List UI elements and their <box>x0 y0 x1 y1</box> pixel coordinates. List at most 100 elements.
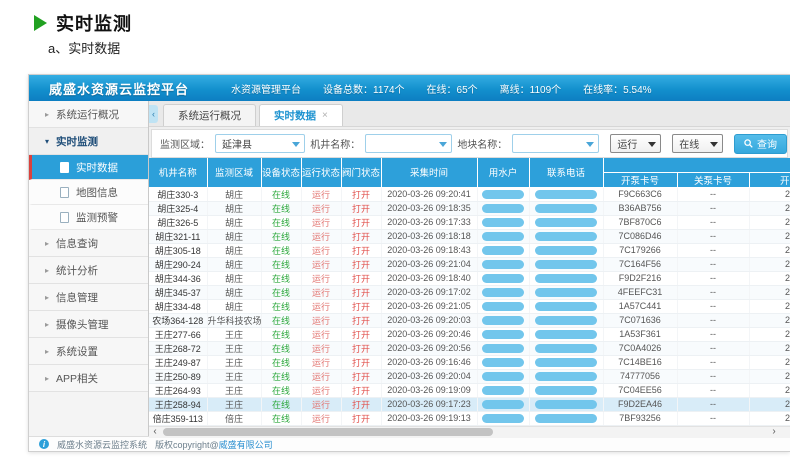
cell-run-status: 运行 <box>301 201 341 215</box>
cell-open-time: 2020-0 <box>749 369 790 383</box>
well-name-select[interactable] <box>365 134 452 153</box>
cell-close-card: -- <box>677 299 749 313</box>
tab-system-overview[interactable]: 系统运行概况 <box>163 104 256 126</box>
col-open-card: 开泵卡号 <box>603 172 677 187</box>
block-name-select[interactable] <box>512 134 599 153</box>
cell-device-status: 在线 <box>261 285 301 299</box>
redaction-blob <box>482 260 524 269</box>
cell-water-user <box>477 341 529 355</box>
region-select[interactable]: 延津县 <box>215 134 305 153</box>
redaction-blob <box>482 218 524 227</box>
cell-open-card: 7C086D46 <box>603 229 677 243</box>
table-row[interactable]: 胡庄325-4 胡庄 在线 运行 打开 2020-03-26 09:18:35 … <box>149 201 790 215</box>
run-status-select[interactable]: 运行 <box>610 134 661 153</box>
cell-open-time: 2020-0 <box>749 327 790 341</box>
cell-device-status: 在线 <box>261 201 301 215</box>
sidebar-item-statistics[interactable]: ▸ 统计分析 <box>29 257 148 284</box>
cell-open-time: 2020-0 <box>749 201 790 215</box>
search-button[interactable]: 查询 <box>734 134 787 154</box>
cell-phone <box>529 383 603 397</box>
table-row[interactable]: 胡庄326-5 胡庄 在线 运行 打开 2020-03-26 09:17:33 … <box>149 215 790 229</box>
cell-collect-time: 2020-03-26 09:21:05 <box>381 299 477 313</box>
col-water-user: 用水户 <box>477 158 529 187</box>
cell-water-user <box>477 369 529 383</box>
sidebar: ▸ 系统运行概况 ▾ 实时监测 实时数据 地图信息 监测预警 ▸ 信息查询 <box>29 101 149 436</box>
stat-online: 在线：65个 <box>427 81 478 96</box>
sidebar-item-system-overview[interactable]: ▸ 系统运行概况 <box>29 101 148 128</box>
sidebar-item-info-query[interactable]: ▸ 信息查询 <box>29 230 148 257</box>
online-status-select[interactable]: 在线 <box>672 134 723 153</box>
close-tab-icon[interactable]: × <box>322 110 328 121</box>
cell-phone <box>529 229 603 243</box>
cell-phone <box>529 271 603 285</box>
cell-valve-status: 打开 <box>341 201 381 215</box>
sidebar-item-camera-manage[interactable]: ▸ 摄像头管理 <box>29 311 148 338</box>
table-row[interactable]: 胡庄334-48 胡庄 在线 运行 打开 2020-03-26 09:21:05… <box>149 299 790 313</box>
cell-open-time: 2020-0 <box>749 187 790 201</box>
cell-water-user <box>477 201 529 215</box>
stat-online-rate: 在线率：5.54% <box>583 81 651 96</box>
sidebar-item-realtime-data[interactable]: 实时数据 <box>29 155 148 180</box>
sidebar-collapse-button[interactable]: ‹ <box>149 105 158 123</box>
table-row[interactable]: 胡庄321-11 胡庄 在线 运行 打开 2020-03-26 09:18:18… <box>149 229 790 243</box>
scroll-left-icon[interactable]: ‹ <box>149 426 161 438</box>
sidebar-item-info-manage[interactable]: ▸ 信息管理 <box>29 284 148 311</box>
sidebar-item-map-info[interactable]: 地图信息 <box>29 180 148 205</box>
cell-open-card: F9C663C6 <box>603 187 677 201</box>
cell-device-status: 在线 <box>261 229 301 243</box>
cell-well-name: 王庄264-93 <box>149 383 207 397</box>
cell-open-card: 1A57C441 <box>603 299 677 313</box>
redaction-blob <box>535 400 597 409</box>
scroll-right-icon[interactable]: › <box>768 426 780 438</box>
table-row[interactable]: 王庄250-89 王庄 在线 运行 打开 2020-03-26 09:20:04… <box>149 369 790 383</box>
wells-table: 机井名称 监测区域 设备状态 运行状态 阀门状态 采集时间 用水户 联系电话 开… <box>149 158 790 426</box>
cell-region: 倍庄 <box>207 411 261 425</box>
region-filter-label: 监测区域： <box>160 136 210 151</box>
table-row[interactable]: 王庄264-93 王庄 在线 运行 打开 2020-03-26 09:19:09… <box>149 383 790 397</box>
col-well-name: 机井名称 <box>149 158 207 187</box>
cell-valve-status: 打开 <box>341 341 381 355</box>
redaction-blob <box>482 232 524 241</box>
stat-offline: 离线：1109个 <box>500 81 562 96</box>
table-row[interactable]: 胡庄345-37 胡庄 在线 运行 打开 2020-03-26 09:17:02… <box>149 285 790 299</box>
table-row[interactable]: 胡庄344-36 胡庄 在线 运行 打开 2020-03-26 09:18:40… <box>149 271 790 285</box>
table-row[interactable]: 胡庄305-18 胡庄 在线 运行 打开 2020-03-26 09:18:43… <box>149 243 790 257</box>
table-row[interactable]: 胡庄290-24 胡庄 在线 运行 打开 2020-03-26 09:21:04… <box>149 257 790 271</box>
cell-close-card: -- <box>677 369 749 383</box>
table-row[interactable]: 农场364-128 升华科技农场 在线 运行 打开 2020-03-26 09:… <box>149 313 790 327</box>
table-row[interactable]: 倍庄359-113 倍庄 在线 运行 打开 2020-03-26 09:19:1… <box>149 411 790 425</box>
cell-open-card: 7BF870C6 <box>603 215 677 229</box>
cell-device-status: 在线 <box>261 397 301 411</box>
data-table-wrap: 机井名称 监测区域 设备状态 运行状态 阀门状态 采集时间 用水户 联系电话 开… <box>149 158 790 426</box>
cell-collect-time: 2020-03-26 09:20:03 <box>381 313 477 327</box>
table-row[interactable]: 王庄249-87 王庄 在线 运行 打开 2020-03-26 09:16:46… <box>149 355 790 369</box>
redaction-blob <box>535 218 597 227</box>
cell-water-user <box>477 257 529 271</box>
tab-realtime-data[interactable]: 实时数据 × <box>259 104 343 126</box>
cell-open-card: 7C071636 <box>603 313 677 327</box>
redaction-blob <box>482 414 524 423</box>
cell-device-status: 在线 <box>261 327 301 341</box>
redaction-blob <box>535 316 597 325</box>
table-row[interactable]: 王庄268-72 王庄 在线 运行 打开 2020-03-26 09:20:56… <box>149 341 790 355</box>
redaction-blob <box>482 302 524 311</box>
cell-device-status: 在线 <box>261 299 301 313</box>
cell-run-status: 运行 <box>301 341 341 355</box>
table-row[interactable]: 王庄277-66 王庄 在线 运行 打开 2020-03-26 09:20:46… <box>149 327 790 341</box>
cell-collect-time: 2020-03-26 09:17:23 <box>381 397 477 411</box>
scrollbar-thumb[interactable] <box>163 428 493 436</box>
cell-valve-status: 打开 <box>341 243 381 257</box>
table-row[interactable]: 胡庄330-3 胡庄 在线 运行 打开 2020-03-26 09:20:41 … <box>149 187 790 201</box>
redaction-blob <box>482 344 524 353</box>
header-stats: 水资源管理平台 设备总数：1174个 在线：65个 离线：1109个 在线率：5… <box>231 81 652 96</box>
sidebar-item-realtime-monitor[interactable]: ▾ 实时监测 <box>29 128 148 155</box>
cell-collect-time: 2020-03-26 09:16:46 <box>381 355 477 369</box>
cell-open-card: 7C04EE56 <box>603 383 677 397</box>
table-row[interactable]: 王庄258-94 王庄 在线 运行 打开 2020-03-26 09:17:23… <box>149 397 790 411</box>
horizontal-scrollbar[interactable]: ‹ › <box>149 426 790 438</box>
sidebar-item-app-related[interactable]: ▸ APP相关 <box>29 365 148 392</box>
sidebar-item-system-settings[interactable]: ▸ 系统设置 <box>29 338 148 365</box>
sidebar-item-monitor-alert[interactable]: 监测预警 <box>29 205 148 230</box>
cell-close-card: -- <box>677 313 749 327</box>
cell-device-status: 在线 <box>261 369 301 383</box>
